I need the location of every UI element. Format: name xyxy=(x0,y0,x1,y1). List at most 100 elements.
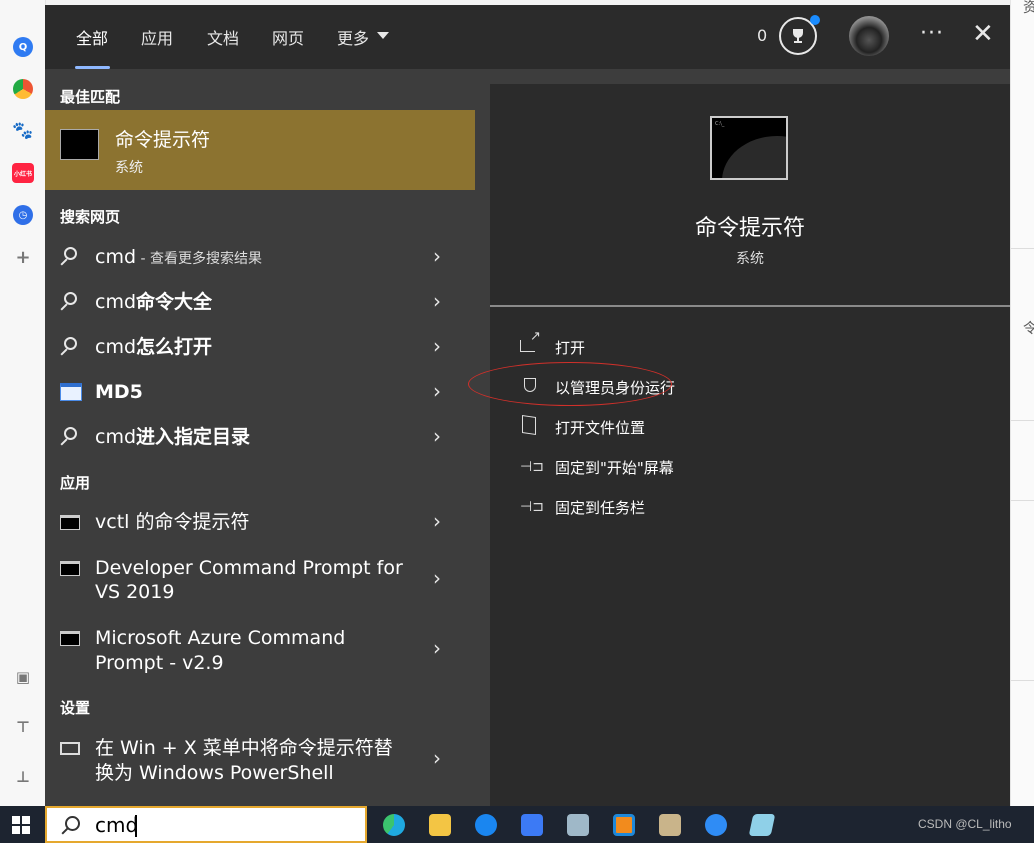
kugou-icon[interactable] xyxy=(475,814,497,836)
chevron-right-icon[interactable]: › xyxy=(433,509,441,533)
feishu-icon[interactable] xyxy=(521,814,543,836)
chrome-style-icon[interactable] xyxy=(13,79,33,99)
app-name-line1: Microsoft Azure Command xyxy=(95,627,346,649)
list-item[interactable]: 在 Win + X 菜单中将命令提示符替 换为 Windows PowerShe… xyxy=(45,732,475,788)
pin-sidebar-icon[interactable]: ⊥ xyxy=(13,767,33,787)
folder-star-icon[interactable]: ▣ xyxy=(13,667,33,687)
search-value: cmd xyxy=(95,813,139,837)
search-app-icon[interactable]: Q xyxy=(13,37,33,57)
toolbox-icon[interactable]: ⊤ xyxy=(13,717,33,737)
detail-title: 命令提示符 xyxy=(694,216,805,241)
chevron-right-icon[interactable]: › xyxy=(433,566,441,590)
terminal-icon xyxy=(60,512,80,532)
action-label: 固定到任务栏 xyxy=(555,499,646,517)
best-match-subtitle: 系统 xyxy=(115,160,143,176)
browser-sidebar: Q 🐾 小红书 ◷ + ▣ ⊤ ⊥ xyxy=(0,0,46,806)
icon-caption: C:\_ xyxy=(715,121,725,127)
best-match-title: 命令提示符 xyxy=(115,129,211,151)
list-item[interactable]: Developer Command Prompt for VS 2019 › xyxy=(45,552,475,608)
app-name-line2: VS 2019 xyxy=(95,581,175,603)
query-prefix: cmd xyxy=(95,336,137,358)
list-item[interactable]: cmd命令大全 › xyxy=(45,286,475,322)
tab-web[interactable]: 网页 xyxy=(272,25,304,49)
terminal-icon xyxy=(60,558,80,578)
game-icon[interactable] xyxy=(659,814,681,836)
app-name: vctl 的命令提示符 xyxy=(95,511,250,533)
list-item[interactable]: cmd - 查看更多搜索结果 › xyxy=(45,241,475,277)
query-prefix: cmd xyxy=(95,246,137,268)
remote-desktop-icon[interactable] xyxy=(567,814,589,836)
detail-pane: C:\_ 命令提示符 系统 打开 以管理员身份运行 打开文件位置 ⊣⊐ 固定到"… xyxy=(490,84,1010,806)
search-tabs-bar: 全部 应用 文档 网页 更多 0 ··· ✕ xyxy=(45,5,1010,69)
windows-start-icon[interactable] xyxy=(12,816,30,834)
query-suffix: 怎么打开 xyxy=(136,336,213,358)
chevron-down-icon[interactable] xyxy=(377,32,389,39)
search-icon xyxy=(60,337,80,357)
list-item[interactable]: Microsoft Azure Command Prompt - v2.9 › xyxy=(45,622,475,678)
text-cursor xyxy=(135,815,137,837)
folder-icon xyxy=(520,415,540,436)
terminal-icon xyxy=(60,628,80,648)
query-suffix: 命令大全 xyxy=(136,291,213,313)
action-open-file-location[interactable]: 打开文件位置 xyxy=(520,414,820,442)
detail-subtitle: 系统 xyxy=(736,251,764,267)
action-label: 打开文件位置 xyxy=(555,419,646,437)
list-item[interactable]: cmd进入指定目录 › xyxy=(45,421,475,457)
app-name-line2: Prompt - v2.9 xyxy=(95,652,224,674)
clock-icon[interactable]: ◷ xyxy=(13,205,33,225)
chevron-right-icon[interactable]: › xyxy=(433,379,441,403)
chevron-right-icon[interactable]: › xyxy=(433,334,441,358)
search-icon xyxy=(60,247,80,267)
more-horizontal-icon[interactable]: ··· xyxy=(920,21,944,46)
reward-points: 0 xyxy=(757,26,768,45)
search-icon xyxy=(65,816,80,831)
apps-heading: 应用 xyxy=(60,474,91,492)
command-prompt-icon xyxy=(60,129,99,160)
tab-more[interactable]: 更多 xyxy=(337,25,369,49)
chevron-right-icon[interactable]: › xyxy=(433,244,441,268)
tab-documents[interactable]: 文档 xyxy=(207,25,239,49)
bg-char-2: 令 xyxy=(1023,321,1034,337)
start-search-panel: 全部 应用 文档 网页 更多 0 ··· ✕ 最佳匹配 命令提示符 系统 搜索网… xyxy=(45,5,1010,806)
app-name-line1: Developer Command Prompt for xyxy=(95,557,403,579)
chevron-right-icon[interactable]: › xyxy=(433,424,441,448)
bg-char-1: 资 xyxy=(1023,0,1034,16)
best-match-heading: 最佳匹配 xyxy=(60,88,121,106)
close-icon[interactable]: ✕ xyxy=(972,19,994,49)
md5-app-icon xyxy=(60,382,82,402)
annotation-ellipse xyxy=(468,362,672,406)
quark-icon[interactable] xyxy=(705,814,727,836)
action-pin-to-taskbar[interactable]: ⊣⊐ 固定到任务栏 xyxy=(520,494,820,522)
vmware-icon[interactable] xyxy=(613,814,635,836)
list-item[interactable]: vctl 的命令提示符 › xyxy=(45,506,475,542)
add-icon[interactable]: + xyxy=(13,247,33,268)
pin-icon: ⊣⊐ xyxy=(520,499,544,515)
background-window-edge: 资 令 xyxy=(1010,0,1034,806)
avatar[interactable] xyxy=(849,16,889,56)
laptop-icon xyxy=(60,738,80,758)
query-suffix: - 查看更多搜索结果 xyxy=(136,251,262,267)
chevron-right-icon[interactable]: › xyxy=(433,289,441,313)
action-label: 固定到"开始"屏幕 xyxy=(555,459,674,477)
search-icon xyxy=(60,427,80,447)
setting-name-line2: 换为 Windows PowerShell xyxy=(95,762,334,784)
taskbar-search-input[interactable]: cmd xyxy=(45,806,367,843)
command-prompt-large-icon: C:\_ xyxy=(710,116,788,180)
action-open[interactable]: 打开 xyxy=(520,329,820,362)
list-item[interactable]: MD5 › xyxy=(45,376,475,412)
chevron-right-icon[interactable]: › xyxy=(433,636,441,660)
action-pin-to-start[interactable]: ⊣⊐ 固定到"开始"屏幕 xyxy=(520,454,820,482)
chevron-right-icon[interactable]: › xyxy=(433,746,441,770)
best-match-item[interactable]: 命令提示符 系统 xyxy=(45,110,475,190)
tab-all[interactable]: 全部 xyxy=(76,25,108,49)
tab-apps[interactable]: 应用 xyxy=(141,25,173,49)
notes-icon[interactable] xyxy=(748,814,776,836)
paw-icon[interactable]: 🐾 xyxy=(12,121,33,141)
taskbar: cmd CSDN @CL_litho xyxy=(0,806,1034,843)
edge-icon[interactable] xyxy=(383,814,405,836)
results-pane: 最佳匹配 命令提示符 系统 搜索网页 cmd - 查看更多搜索结果 › cmd命… xyxy=(45,69,475,806)
open-icon xyxy=(520,329,541,356)
file-explorer-icon[interactable] xyxy=(429,814,451,836)
xiaohongshu-icon[interactable]: 小红书 xyxy=(12,163,34,183)
list-item[interactable]: cmd怎么打开 › xyxy=(45,331,475,367)
